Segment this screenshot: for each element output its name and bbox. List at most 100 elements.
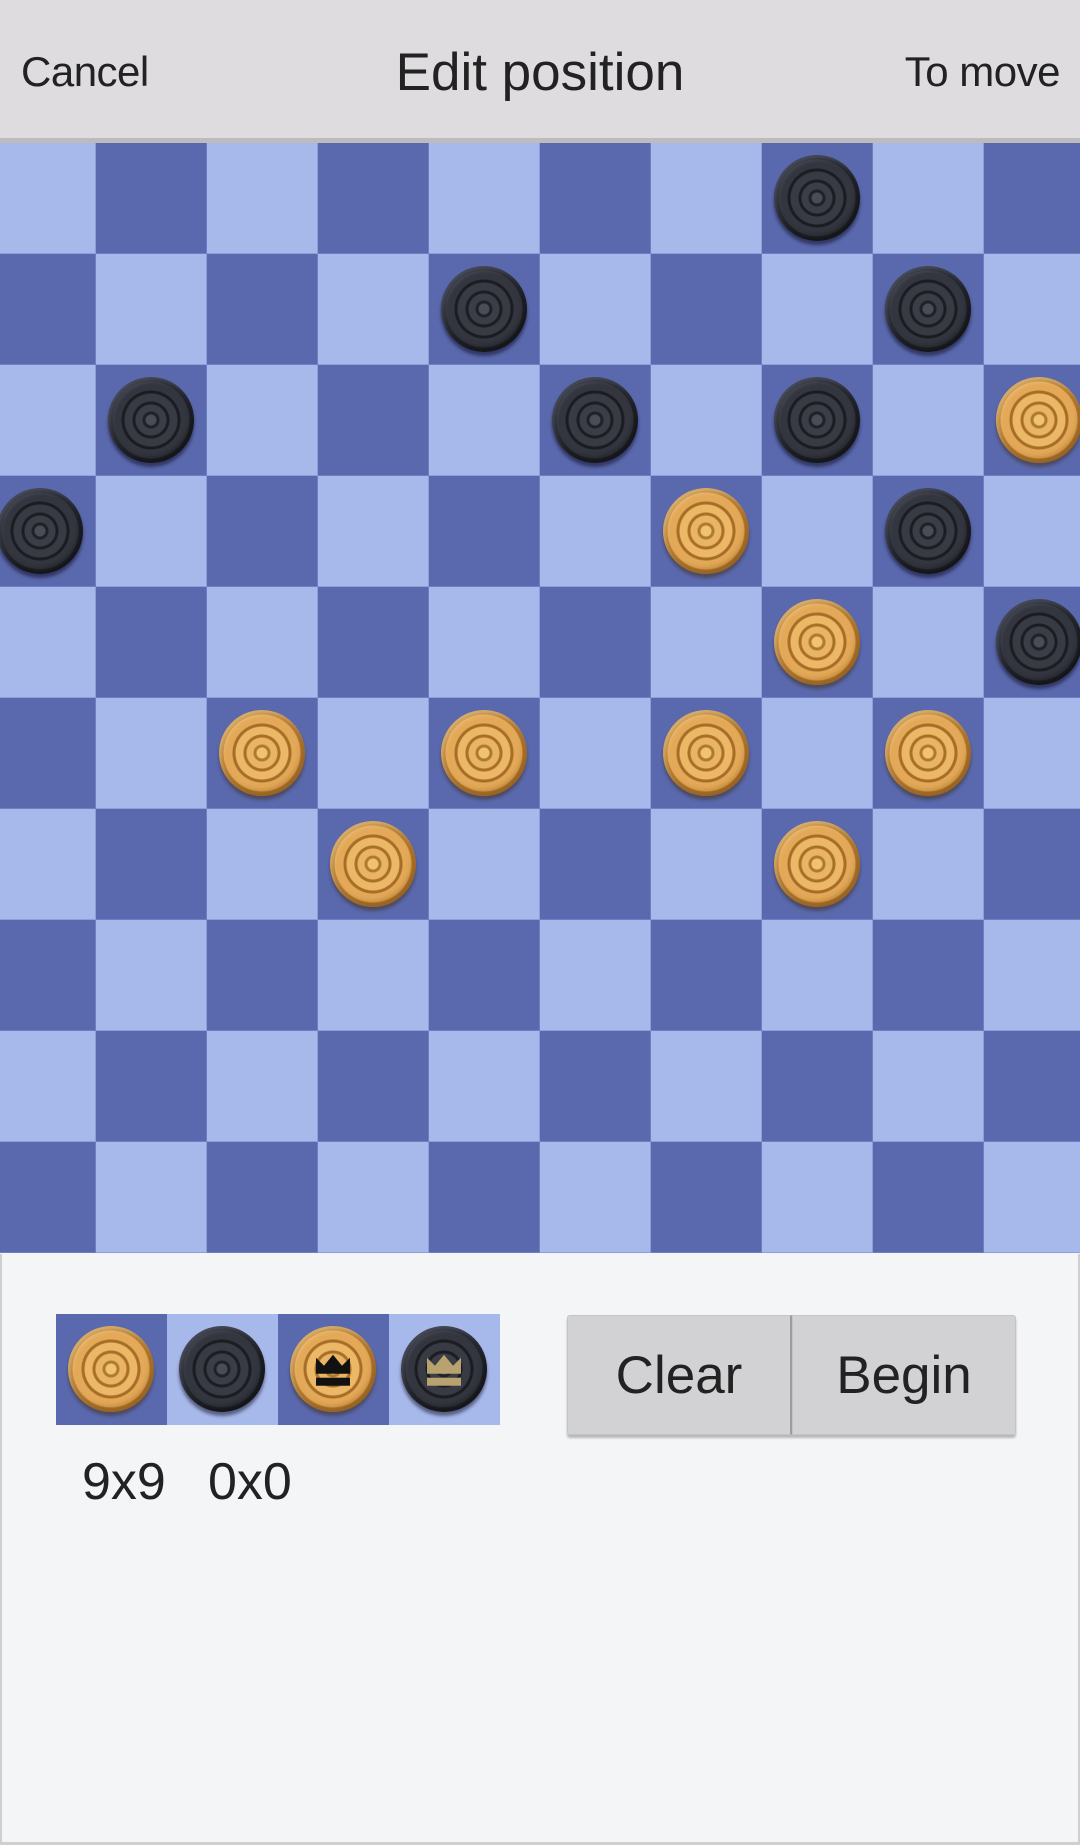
board-square[interactable]	[762, 920, 873, 1031]
board-square[interactable]	[96, 254, 207, 365]
white-man-piece[interactable]	[774, 821, 860, 907]
board-square[interactable]	[96, 476, 207, 587]
board-square[interactable]	[651, 698, 762, 809]
board-square[interactable]	[651, 254, 762, 365]
white-man-piece[interactable]	[68, 1326, 154, 1412]
board-square[interactable]	[318, 143, 429, 254]
palette-black-man[interactable]	[167, 1314, 278, 1425]
board-square[interactable]	[762, 698, 873, 809]
board-square[interactable]	[429, 920, 540, 1031]
board-square[interactable]	[651, 920, 762, 1031]
board-square[interactable]	[0, 143, 96, 254]
board-square[interactable]	[873, 920, 984, 1031]
board-square[interactable]	[318, 1142, 429, 1253]
board-square[interactable]	[540, 143, 651, 254]
board-square[interactable]	[207, 1031, 318, 1142]
board-square[interactable]	[0, 920, 96, 1031]
board-square[interactable]	[207, 476, 318, 587]
board-square[interactable]	[984, 143, 1080, 254]
board-square[interactable]	[651, 1031, 762, 1142]
board-square[interactable]	[984, 1142, 1080, 1253]
board-square[interactable]	[318, 587, 429, 698]
white-man-piece[interactable]	[330, 821, 416, 907]
board-square[interactable]	[318, 698, 429, 809]
white-man-piece[interactable]	[663, 488, 749, 574]
board-square[interactable]	[873, 1031, 984, 1142]
white-man-piece[interactable]	[663, 710, 749, 796]
board-square[interactable]	[873, 587, 984, 698]
board-square[interactable]	[429, 254, 540, 365]
board-square[interactable]	[96, 1142, 207, 1253]
board-square[interactable]	[96, 143, 207, 254]
palette-white-king[interactable]	[278, 1314, 389, 1425]
black-king-piece[interactable]	[401, 1326, 487, 1412]
board-square[interactable]	[651, 809, 762, 920]
board-square[interactable]	[651, 587, 762, 698]
board-square[interactable]	[0, 698, 96, 809]
black-man-piece[interactable]	[885, 488, 971, 574]
board-square[interactable]	[984, 809, 1080, 920]
board-square[interactable]	[540, 920, 651, 1031]
board-square[interactable]	[984, 587, 1080, 698]
board-square[interactable]	[873, 143, 984, 254]
board-square[interactable]	[762, 809, 873, 920]
black-man-piece[interactable]	[552, 377, 638, 463]
board-square[interactable]	[0, 809, 96, 920]
clear-button[interactable]: Clear	[567, 1315, 792, 1435]
board-square[interactable]	[96, 698, 207, 809]
board-square[interactable]	[540, 809, 651, 920]
board-square[interactable]	[429, 1142, 540, 1253]
board-square[interactable]	[96, 365, 207, 476]
board-square[interactable]	[429, 365, 540, 476]
board-square[interactable]	[318, 365, 429, 476]
board-square[interactable]	[207, 365, 318, 476]
board-square[interactable]	[207, 587, 318, 698]
begin-button[interactable]: Begin	[792, 1315, 1016, 1435]
black-man-piece[interactable]	[996, 599, 1080, 685]
board-square[interactable]	[540, 476, 651, 587]
board-square[interactable]	[873, 476, 984, 587]
board-square[interactable]	[984, 365, 1080, 476]
board-square[interactable]	[762, 1031, 873, 1142]
black-man-piece[interactable]	[108, 377, 194, 463]
palette-white-man[interactable]	[56, 1314, 167, 1425]
board-square[interactable]	[540, 1031, 651, 1142]
board-square[interactable]	[984, 698, 1080, 809]
board-square[interactable]	[0, 1031, 96, 1142]
board-square[interactable]	[96, 920, 207, 1031]
board-square[interactable]	[540, 587, 651, 698]
board-square[interactable]	[984, 1031, 1080, 1142]
board-square[interactable]	[762, 587, 873, 698]
board-square[interactable]	[429, 476, 540, 587]
board-square[interactable]	[984, 254, 1080, 365]
board-square[interactable]	[873, 809, 984, 920]
board-square[interactable]	[318, 1031, 429, 1142]
board-square[interactable]	[540, 365, 651, 476]
board-square[interactable]	[984, 920, 1080, 1031]
black-man-piece[interactable]	[179, 1326, 265, 1412]
board-square[interactable]	[762, 254, 873, 365]
white-man-piece[interactable]	[885, 710, 971, 796]
board-square[interactable]	[318, 254, 429, 365]
board-square[interactable]	[873, 698, 984, 809]
board-square[interactable]	[0, 1142, 96, 1253]
black-man-piece[interactable]	[774, 377, 860, 463]
to-move-button[interactable]: To move	[905, 48, 1061, 96]
palette-black-king[interactable]	[389, 1314, 500, 1425]
board-square[interactable]	[540, 254, 651, 365]
board-square[interactable]	[651, 143, 762, 254]
board-square[interactable]	[651, 1142, 762, 1253]
board-square[interactable]	[429, 809, 540, 920]
board-square[interactable]	[96, 1031, 207, 1142]
white-king-piece[interactable]	[290, 1326, 376, 1412]
black-man-piece[interactable]	[774, 155, 860, 241]
board-square[interactable]	[96, 809, 207, 920]
board-square[interactable]	[0, 476, 96, 587]
black-man-piece[interactable]	[885, 266, 971, 352]
board-square[interactable]	[651, 476, 762, 587]
white-man-piece[interactable]	[219, 710, 305, 796]
white-man-piece[interactable]	[441, 710, 527, 796]
board-square[interactable]	[318, 476, 429, 587]
board-square[interactable]	[318, 920, 429, 1031]
board-square[interactable]	[96, 587, 207, 698]
